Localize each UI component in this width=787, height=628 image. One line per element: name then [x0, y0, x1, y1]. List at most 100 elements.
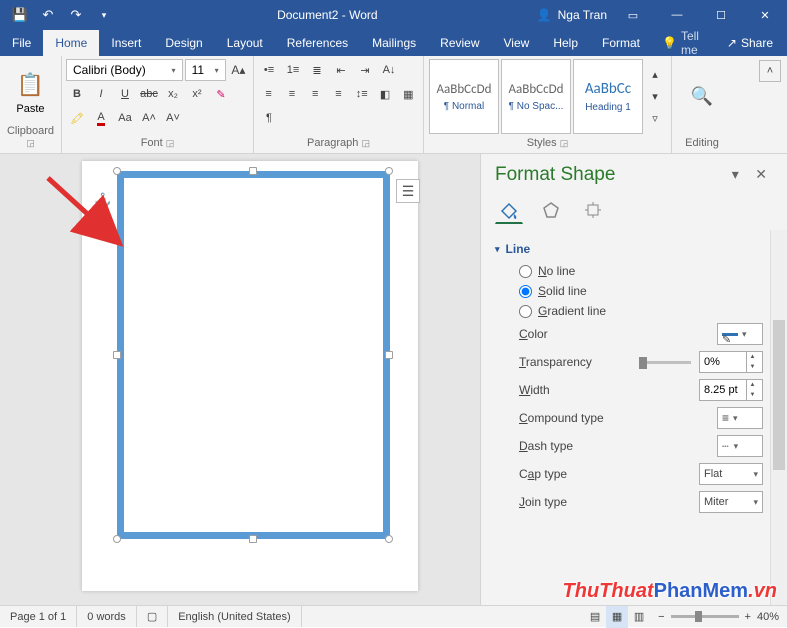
- tab-file[interactable]: File: [0, 30, 43, 56]
- color-picker[interactable]: ✎▾: [717, 323, 763, 345]
- tab-insert[interactable]: Insert: [99, 30, 153, 56]
- undo-button[interactable]: ↶: [34, 1, 62, 29]
- resize-handle-bc[interactable]: [249, 535, 257, 543]
- numbering-button[interactable]: 1≡: [282, 59, 304, 81]
- shading[interactable]: ◧: [374, 83, 395, 105]
- fill-line-tab[interactable]: [495, 196, 523, 224]
- qat-customize[interactable]: ▾: [90, 1, 118, 29]
- radio-solid-line[interactable]: Solid line: [519, 284, 783, 298]
- superscript-button[interactable]: x²: [186, 83, 208, 105]
- tab-review[interactable]: Review: [428, 30, 491, 56]
- justify[interactable]: ≡: [328, 83, 349, 105]
- align-center[interactable]: ≡: [281, 83, 302, 105]
- status-words[interactable]: 0 words: [77, 606, 137, 627]
- find-icon[interactable]: 🔍: [691, 86, 713, 107]
- tab-home[interactable]: Home: [43, 30, 99, 56]
- grow-font[interactable]: A▴: [228, 59, 249, 81]
- layout-options-button[interactable]: ☰: [396, 179, 420, 203]
- font-grow[interactable]: A˄: [138, 107, 160, 129]
- styles-gallery[interactable]: ▿: [644, 108, 666, 130]
- layout-tab[interactable]: [579, 196, 607, 224]
- font-size-dropdown[interactable]: 11▾: [185, 59, 226, 81]
- redo-button[interactable]: ↷: [62, 1, 90, 29]
- increase-indent[interactable]: ⇥: [354, 59, 376, 81]
- share-button[interactable]: ↗Share: [713, 30, 787, 56]
- resize-handle-br[interactable]: [385, 535, 393, 543]
- zoom-slider[interactable]: [671, 615, 739, 618]
- close-button[interactable]: ✕: [743, 0, 787, 30]
- maximize-button[interactable]: ☐: [699, 0, 743, 30]
- style-normal[interactable]: AaBbCcDd ¶ Normal: [429, 59, 499, 134]
- status-page[interactable]: Page 1 of 1: [0, 606, 77, 627]
- compound-dropdown[interactable]: ≡▾: [717, 407, 763, 429]
- resize-handle-tc[interactable]: [249, 167, 257, 175]
- style-nospacing[interactable]: AaBbCcDd ¶ No Spac...: [501, 59, 571, 134]
- zoom-out[interactable]: −: [658, 611, 664, 623]
- tab-references[interactable]: References: [275, 30, 360, 56]
- radio-no-line[interactable]: No line: [519, 264, 783, 278]
- resize-handle-ml[interactable]: [113, 351, 121, 359]
- clear-format-button[interactable]: ✎: [210, 83, 232, 105]
- tab-design[interactable]: Design: [153, 30, 214, 56]
- paste-button[interactable]: Paste: [13, 103, 49, 115]
- view-read[interactable]: ▤: [584, 606, 606, 628]
- view-print[interactable]: ▦: [606, 606, 628, 628]
- pane-close[interactable]: ✕: [749, 166, 773, 182]
- status-language[interactable]: English (United States): [168, 606, 302, 627]
- dash-dropdown[interactable]: ┄▾: [717, 435, 763, 457]
- bold-button[interactable]: B: [66, 83, 88, 105]
- font-shrink[interactable]: A˅: [162, 107, 184, 129]
- status-spellcheck[interactable]: ▢: [137, 606, 168, 627]
- multilevel-button[interactable]: ≣: [306, 59, 328, 81]
- align-right[interactable]: ≡: [305, 83, 326, 105]
- style-heading1[interactable]: AaBbCc Heading 1: [573, 59, 643, 134]
- cap-dropdown[interactable]: Flat▾: [699, 463, 763, 485]
- zoom-level[interactable]: 40%: [757, 611, 779, 623]
- line-spacing[interactable]: ↕≡: [351, 83, 372, 105]
- pane-scrollbar[interactable]: [770, 230, 787, 605]
- subscript-button[interactable]: x₂: [162, 83, 184, 105]
- line-section-header[interactable]: ▾ Line: [495, 242, 783, 256]
- font-color-button[interactable]: A: [90, 107, 112, 129]
- paragraph-launcher[interactable]: ◲: [361, 138, 370, 148]
- document-canvas[interactable]: ⚓ ☰: [0, 154, 480, 605]
- change-case-button[interactable]: Aa: [114, 107, 136, 129]
- width-spinner[interactable]: ▲▼: [699, 379, 763, 401]
- ribbon-display-options[interactable]: ▭: [611, 0, 655, 30]
- transparency-spinner[interactable]: ▲▼: [699, 351, 763, 373]
- resize-handle-tr[interactable]: [385, 167, 393, 175]
- highlight-button[interactable]: 🖍: [66, 107, 88, 129]
- collapse-ribbon[interactable]: ˄: [759, 60, 781, 82]
- save-button[interactable]: 💾: [6, 1, 34, 29]
- pane-options[interactable]: ▾: [726, 166, 745, 182]
- minimize-button[interactable]: —: [655, 0, 699, 30]
- tab-layout[interactable]: Layout: [215, 30, 275, 56]
- italic-button[interactable]: I: [90, 83, 112, 105]
- radio-gradient-line[interactable]: Gradient line: [519, 304, 783, 318]
- show-marks[interactable]: ¶: [258, 107, 280, 129]
- bullets-button[interactable]: •≡: [258, 59, 280, 81]
- borders-button[interactable]: ▦: [398, 83, 419, 105]
- tell-me[interactable]: 💡Tell me: [652, 30, 713, 56]
- tab-help[interactable]: Help: [541, 30, 590, 56]
- clipboard-launcher[interactable]: ◲: [26, 138, 35, 148]
- decrease-indent[interactable]: ⇤: [330, 59, 352, 81]
- tab-mailings[interactable]: Mailings: [360, 30, 428, 56]
- effects-tab[interactable]: [537, 196, 565, 224]
- tab-format[interactable]: Format: [590, 30, 652, 56]
- font-name-dropdown[interactable]: Calibri (Body)▾: [66, 59, 183, 81]
- font-launcher[interactable]: ◲: [166, 138, 175, 148]
- resize-handle-mr[interactable]: [385, 351, 393, 359]
- join-dropdown[interactable]: Miter▾: [699, 491, 763, 513]
- underline-button[interactable]: U: [114, 83, 136, 105]
- resize-handle-bl[interactable]: [113, 535, 121, 543]
- transparency-slider[interactable]: [639, 361, 691, 364]
- view-web[interactable]: ▥: [628, 606, 650, 628]
- zoom-in[interactable]: +: [745, 611, 751, 623]
- selected-shape[interactable]: [117, 171, 390, 539]
- sort-button[interactable]: A↓: [378, 59, 400, 81]
- strikethrough-button[interactable]: abc: [138, 83, 160, 105]
- styles-launcher[interactable]: ◲: [560, 138, 569, 148]
- tab-view[interactable]: View: [492, 30, 542, 56]
- align-left[interactable]: ≡: [258, 83, 279, 105]
